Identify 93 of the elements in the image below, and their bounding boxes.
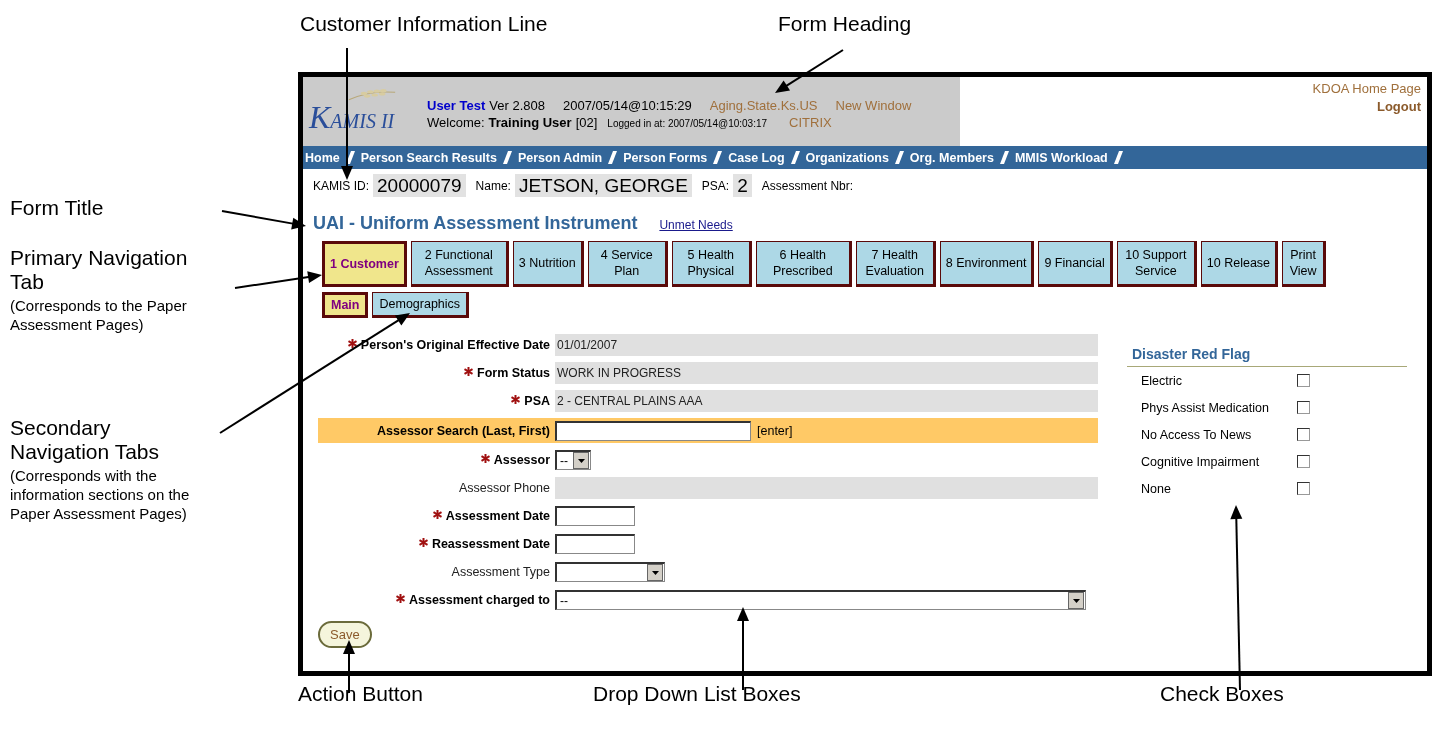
checkbox-label: Electric [1141, 373, 1183, 388]
home-page-link[interactable]: KDOA Home Page [1312, 81, 1421, 96]
checkbox-label: None [1141, 481, 1172, 496]
info-label: Name: [475, 178, 511, 193]
nav-link[interactable]: Person Search Results [360, 150, 497, 165]
checkbox[interactable] [1297, 401, 1310, 414]
annotation-label: Form Heading [778, 12, 913, 36]
slash-icon [999, 151, 1009, 164]
slash-icon [345, 151, 355, 164]
checkbox[interactable] [1297, 374, 1310, 387]
annotation-label: Drop Down List Boxes [593, 682, 802, 706]
annotation-label: Form Title [10, 196, 105, 220]
section-tab[interactable]: 6 Health Prescribed [755, 241, 852, 287]
slash-icon [1113, 151, 1123, 164]
section-tab[interactable]: 10 Release [1200, 241, 1279, 287]
form-title: UAI - Uniform Assessment Instrument [313, 213, 638, 234]
user-name: User Test [427, 97, 486, 113]
caret-icon [651, 570, 659, 575]
annotation-note: (Corresponds to the Paper Assessment Pages) [10, 296, 188, 334]
enter-link[interactable]: [enter] [757, 423, 793, 438]
nav-link[interactable]: Person Forms [623, 150, 708, 165]
slash-icon [894, 151, 904, 164]
field-label: Reassessment Date [431, 536, 550, 552]
checkbox-label: Phys Assist Medication [1141, 400, 1270, 415]
field-label: Form Status [477, 365, 550, 381]
slash-icon [608, 151, 618, 164]
info-value: 2 [733, 174, 752, 197]
subsection-tab[interactable]: Demographics [372, 292, 470, 318]
field-label: Assessment charged to [408, 592, 550, 608]
section-tab[interactable]: 8 Environment [939, 241, 1035, 287]
info-value: JETSON, GEORGE [514, 174, 692, 197]
slash-icon [713, 151, 723, 164]
annotation-label: Check Boxes [1160, 682, 1285, 706]
caret-icon [1072, 598, 1080, 603]
field-label: Assessment Date [445, 508, 550, 524]
field-label: Assessor Search (Last, First) [377, 422, 550, 439]
annotation-label: Primary Navigation Tab [10, 246, 189, 294]
readonly-field: 01/01/2007 [555, 334, 1098, 356]
annotation-label: Customer Information Line [300, 12, 549, 36]
readonly-field: WORK IN PROGRESS [555, 362, 1098, 384]
slash-icon [790, 151, 800, 164]
section-tab[interactable]: 7 Health Evaluation [855, 241, 936, 287]
dropdown[interactable]: -- [555, 450, 591, 470]
date-field[interactable] [555, 534, 635, 554]
dropdown[interactable] [555, 562, 665, 582]
section-tab[interactable]: 4 Service Plan [587, 241, 668, 287]
nav-link[interactable]: Home [305, 150, 340, 165]
checkbox[interactable] [1297, 428, 1310, 441]
info-label: Assessment Nbr: [761, 178, 854, 193]
checkbox-label: No Access To News [1141, 427, 1253, 442]
section-tab[interactable]: 5 Health Physical [671, 241, 752, 287]
info-label: PSA: [701, 178, 730, 193]
date-field[interactable] [555, 506, 635, 526]
nav-link[interactable]: Organizations [805, 150, 889, 165]
welcome-user: Training User [488, 114, 572, 130]
section-tab[interactable]: 3 Nutrition [512, 241, 584, 287]
nav-link[interactable]: Org. Members [909, 150, 994, 165]
logout-link[interactable]: Logout [1376, 99, 1421, 114]
field-label: Assessor [493, 452, 550, 468]
info-value: 20000079 [373, 174, 466, 197]
welcome-label: Welcome: [427, 114, 485, 130]
datetime-text: 2007/05/14@10:15:29 [562, 97, 692, 113]
annotation-note: (Corresponds with the information sections on the Paper Assessment Pages) [10, 466, 191, 523]
version-text: Ver 2.808 [489, 97, 545, 113]
user-code: [02] [575, 114, 598, 130]
section-tab[interactable]: 10 Support Service [1116, 241, 1197, 287]
checkbox[interactable] [1297, 455, 1310, 468]
annotation-label: Action Button [298, 682, 424, 706]
nav-link[interactable]: Case Log [728, 150, 785, 165]
subsection-tab[interactable]: Main [322, 292, 369, 318]
checkbox-label: Cognitive Impairment [1141, 454, 1261, 469]
annotation-label: Secondary Navigation Tabs [10, 416, 161, 464]
info-label: KAMIS ID: [313, 178, 369, 193]
slash-icon [502, 151, 512, 164]
section-tab[interactable]: 1 Customer [322, 241, 407, 287]
section-tab[interactable]: Print View [1282, 241, 1327, 287]
panel-title: Disaster Red Flag [1127, 346, 1407, 367]
nav-link[interactable]: Person Admin [517, 150, 603, 165]
unmet-needs-link[interactable]: Unmet Needs [659, 218, 733, 232]
field-label: Person's Original Effective Date [360, 337, 550, 353]
dropdown[interactable]: -- [555, 590, 1086, 610]
section-tab[interactable]: 2 Functional Assessment [410, 241, 509, 287]
section-tab[interactable]: 9 Financial [1038, 241, 1113, 287]
search-field[interactable] [555, 420, 751, 441]
login-time: Logged in at: 2007/05/14@10:03:17 [607, 117, 768, 129]
field-label: Assessor Phone [458, 480, 550, 496]
field-label: Assessment Type [451, 564, 550, 580]
caret-icon [577, 458, 585, 463]
readonly-field: 2 - CENTRAL PLAINS AAA [555, 390, 1098, 412]
nav-link[interactable]: MMIS Workload [1014, 150, 1108, 165]
checkbox[interactable] [1297, 482, 1310, 495]
save-button[interactable]: Save [318, 621, 372, 648]
field-label: PSA [524, 393, 550, 409]
